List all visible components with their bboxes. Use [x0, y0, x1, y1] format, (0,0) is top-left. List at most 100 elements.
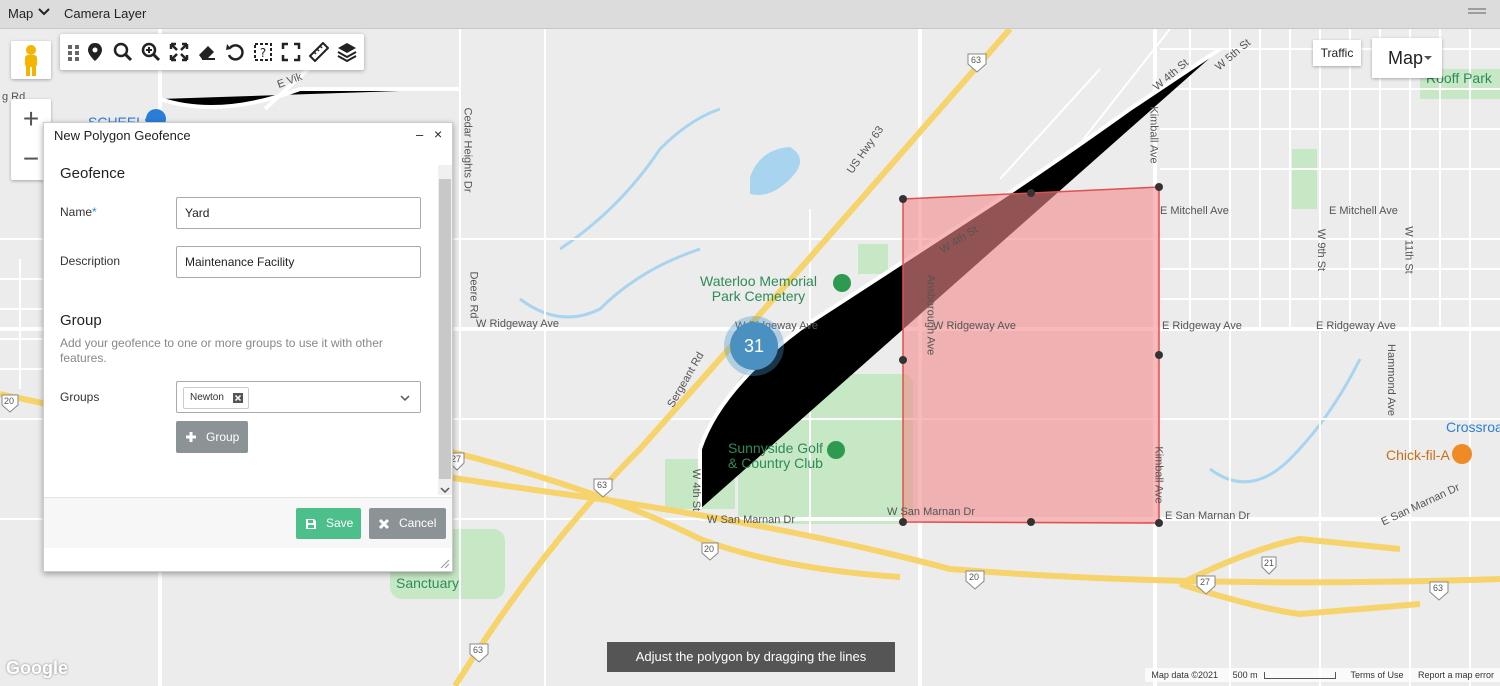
caret-down-icon	[1424, 56, 1432, 60]
panel-header: New Polygon Geofence – ×	[44, 123, 452, 149]
pegman-icon	[25, 45, 37, 76]
map-label-w-4th-st-vert: W 4th St	[690, 468, 703, 512]
save-button[interactable]: Save	[296, 508, 361, 539]
panel-scrollbar[interactable]	[438, 165, 452, 495]
polygon-hint: Adjust the polygon by dragging the lines	[607, 642, 895, 672]
plus-icon	[186, 432, 196, 442]
save-label: Save	[326, 516, 354, 530]
search-icon[interactable]	[113, 42, 133, 62]
map-label-sunnyside-golf: Sunnyside Golf & Country Club	[728, 440, 823, 471]
eraser-icon[interactable]	[197, 42, 217, 62]
chevron-down-icon[interactable]	[38, 7, 50, 17]
undo-icon[interactable]	[225, 42, 245, 62]
required-marker: *	[92, 205, 97, 219]
map-label-w-9th: W 9th St	[1315, 228, 1328, 272]
resize-grip-icon[interactable]	[1468, 7, 1486, 17]
map-label-hammond: Hammond Ave	[1384, 344, 1397, 416]
shield-63-bottom: 63	[473, 645, 484, 655]
query-icon[interactable]: ?	[253, 42, 273, 62]
shield-27-right: 27	[1200, 577, 1211, 587]
groups-select[interactable]: Newton	[176, 381, 421, 413]
name-label-text: Name	[60, 205, 93, 219]
scale-bar	[1264, 672, 1337, 680]
group-chip-label: Newton	[190, 392, 224, 403]
groups-label: Groups	[60, 390, 100, 404]
new-polygon-geofence-panel: New Polygon Geofence – × Geofence Name* …	[43, 122, 453, 572]
map-label-w-san-marnan-left: W San Marnan Dr	[707, 514, 796, 526]
map-label-kimball-bottom: Kimball Ave	[1152, 446, 1165, 504]
drag-handle-icon[interactable]	[64, 42, 84, 62]
map-label-w-ridgeway-left: W Ridgeway Ave	[476, 318, 559, 330]
close-icon[interactable]: ×	[434, 126, 442, 142]
add-group-label: Group	[206, 430, 240, 444]
ruler-icon[interactable]	[309, 42, 329, 62]
zoom-in-icon[interactable]	[141, 42, 161, 62]
panel-footer: Save Cancel	[44, 497, 452, 548]
map-label-w-11th: W 11th St	[1402, 226, 1415, 274]
scrollbar-thumb[interactable]	[439, 179, 451, 479]
camera-layer-label[interactable]: Camera Layer	[64, 6, 146, 21]
marker-icon[interactable]	[85, 42, 105, 62]
map-label-cedar-heights: Cedar Heights Dr	[461, 107, 474, 193]
shield-63-right: 63	[1433, 583, 1444, 593]
scale-label: 500 m	[1232, 670, 1258, 680]
map-label-e-mitchell-far: E Mitchell Ave	[1329, 205, 1398, 217]
group-chip: Newton	[183, 387, 249, 409]
google-logo: Google	[6, 658, 68, 678]
map-type-label: Map	[1388, 48, 1424, 68]
description-label: Description	[60, 254, 121, 268]
map-label-crossroads: Crossroa	[1446, 419, 1500, 435]
map-label-w-san-marnan-mid: W San Marnan Dr	[887, 506, 976, 518]
fullscreen-icon[interactable]	[281, 42, 301, 62]
shield-20-right: 20	[969, 572, 980, 582]
top-bar: Map Camera Layer	[0, 0, 1500, 29]
map-label-waterloo-memorial: Waterloo Memorial Park Cemetery	[700, 273, 817, 304]
description-input[interactable]: Maintenance Facility	[176, 246, 421, 278]
map-attribution: Map data ©2021 500 m Terms of Use Report…	[1145, 668, 1500, 682]
scroll-down-icon[interactable]	[440, 487, 450, 493]
name-input[interactable]: Yard	[176, 197, 421, 229]
remove-chip-icon[interactable]	[232, 393, 243, 403]
close-x-icon	[378, 518, 390, 530]
cancel-label: Cancel	[399, 516, 437, 530]
map-label-e-san-marnan: E San Marnan Dr	[1165, 510, 1250, 522]
map-label-e-mitchell: E Mitchell Ave	[1160, 205, 1229, 217]
geofence-polygon	[902, 186, 1160, 524]
panel-title: New Polygon Geofence	[54, 128, 191, 143]
floppy-disk-icon	[306, 519, 316, 529]
shield-63-top: 63	[971, 55, 982, 65]
map-label-chick-fil-a: Chick-fil-A	[1386, 447, 1450, 463]
name-label: Name*	[60, 205, 97, 219]
add-group-button[interactable]: Group	[176, 421, 248, 453]
map-label-sanctuary: Sanctuary	[396, 575, 460, 591]
cluster-count: 31	[730, 322, 778, 370]
map-label-e-ridgeway: E Ridgeway Ave	[1162, 320, 1242, 332]
minimize-icon[interactable]: –	[416, 127, 423, 142]
map-type-button[interactable]: Map	[1372, 38, 1442, 78]
report-link[interactable]: Report a map error	[1418, 670, 1494, 680]
layers-icon[interactable]	[337, 42, 357, 62]
map-label-kimball-top: Kimball Ave	[1147, 106, 1160, 164]
shield-21: 21	[1264, 558, 1275, 568]
terms-link[interactable]: Terms of Use	[1350, 670, 1403, 680]
chevron-down-icon[interactable]	[400, 394, 410, 402]
cancel-button[interactable]: Cancel	[369, 508, 446, 539]
group-help-text: Add your geofence to one or more groups …	[60, 336, 383, 365]
vehicle-cluster[interactable]: 31	[724, 316, 784, 376]
shield-20-left: 20	[4, 396, 15, 406]
street-view-pegman[interactable]	[11, 41, 51, 79]
view-select-label[interactable]: Map	[8, 6, 33, 21]
svg-text:?: ?	[260, 46, 266, 60]
fit-extent-icon[interactable]	[169, 42, 189, 62]
shield-63-mid: 63	[597, 480, 608, 490]
map-data-label: Map data ©2021	[1151, 670, 1219, 680]
shield-20-mid: 20	[704, 544, 715, 554]
map-label-deere-rd: Deere Rd	[467, 271, 480, 319]
resize-handle-icon[interactable]	[440, 559, 450, 569]
map-label-e-ridgeway-far: E Ridgeway Ave	[1316, 320, 1396, 332]
traffic-button[interactable]: Traffic	[1313, 40, 1361, 66]
section-group-title: Group	[60, 312, 102, 329]
map-label-w-ridgeway-right: W Ridgeway Ave	[933, 320, 1016, 332]
section-geofence-title: Geofence	[60, 165, 126, 182]
map-label-ansborough: Ansborough Ave	[924, 274, 937, 356]
